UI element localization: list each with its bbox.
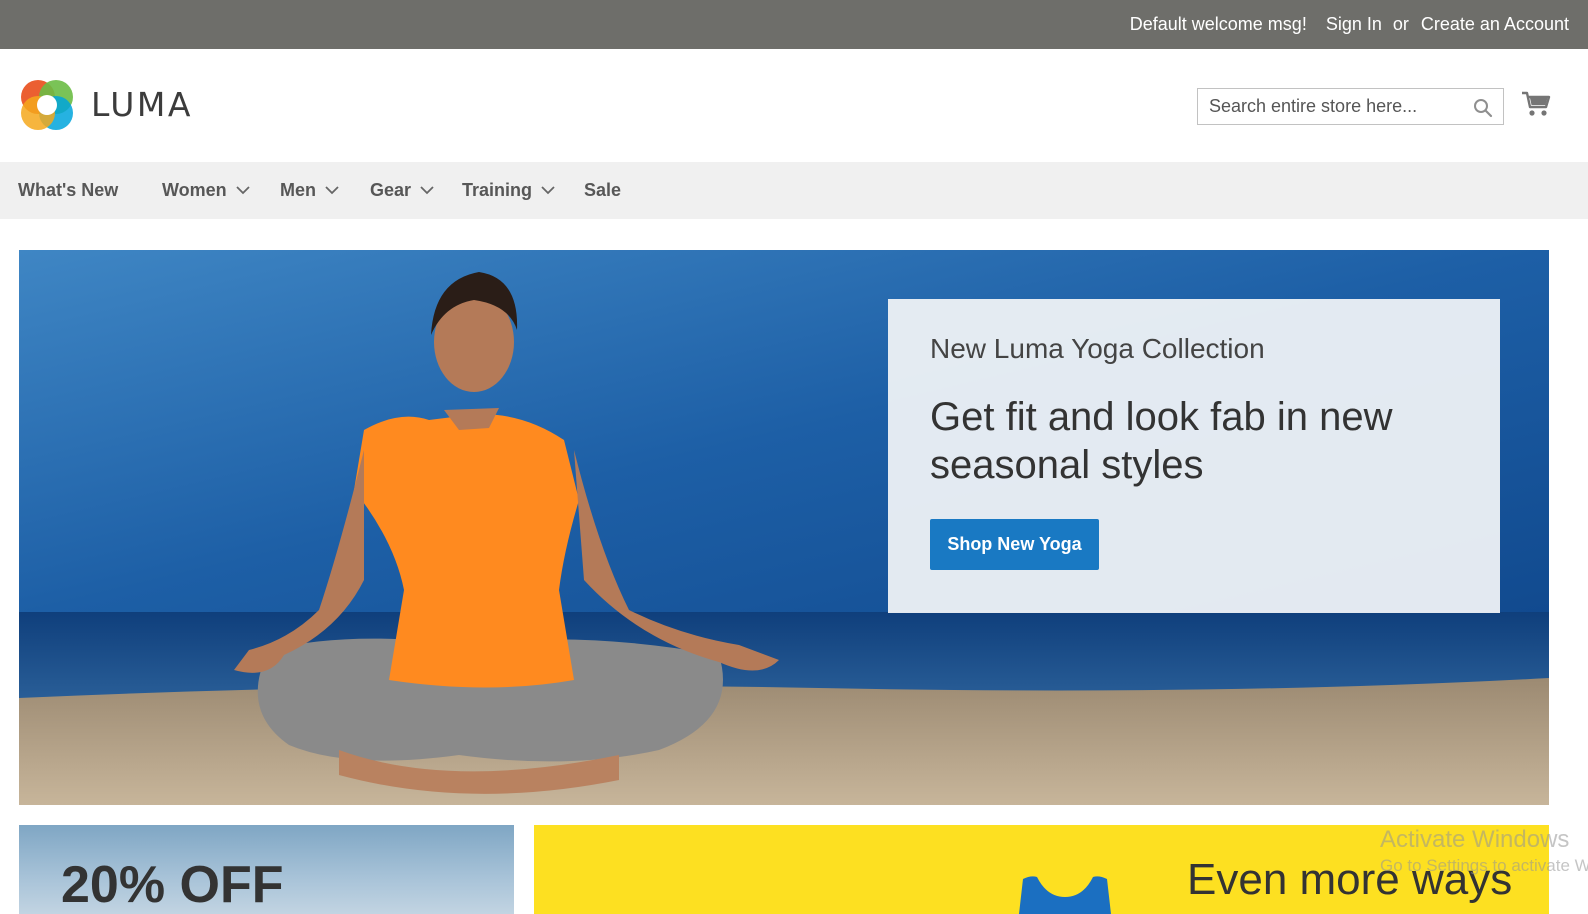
nav-women[interactable]: Women — [162, 162, 250, 219]
nav-men[interactable]: Men — [280, 162, 339, 219]
welcome-message: Default welcome msg! — [1129, 14, 1307, 34]
logo-text[interactable]: LUMA — [91, 85, 193, 124]
search-icon[interactable] — [1473, 98, 1493, 118]
nav-label: Gear — [370, 180, 412, 200]
promo-tile-left-title: 20% OFF — [61, 856, 284, 914]
create-account-link[interactable]: Create an Account — [1421, 14, 1569, 35]
cart-icon[interactable] — [1521, 89, 1551, 119]
hero-subtitle: New Luma Yoga Collection — [930, 333, 1265, 364]
page-header: LUMA — [0, 49, 1588, 162]
nav-whats-new[interactable]: What's New — [18, 162, 118, 219]
search-input[interactable] — [1198, 89, 1459, 124]
hero-headline: Get fit and look fab in new seasonal sty… — [930, 395, 1393, 487]
nav-label: What's New — [18, 180, 119, 200]
nav-gear[interactable]: Gear — [370, 162, 434, 219]
header-links: Default welcome msg! Sign In or Create a… — [1111, 0, 1569, 49]
nav-label: Men — [280, 180, 316, 200]
hero-banner[interactable]: New Luma Yoga Collection Get fit and loo… — [19, 250, 1549, 805]
main-navigation: What's New Women Men Gear Training Sale — [0, 162, 1588, 219]
chevron-down-icon — [420, 186, 434, 195]
hero-promo-box: New Luma Yoga Collection Get fit and loo… — [888, 299, 1500, 613]
chevron-down-icon — [541, 186, 555, 195]
top-bar: Default welcome msg! Sign In or Create a… — [0, 0, 1588, 49]
search-box — [1197, 88, 1504, 125]
watermark-line2: Go to Settings to activate Windows. — [1380, 856, 1588, 875]
shop-new-yoga-button[interactable]: Shop New Yoga — [930, 519, 1099, 570]
nav-label: Women — [162, 180, 227, 200]
promo-tile-left[interactable]: 20% OFF — [19, 825, 514, 914]
nav-training[interactable]: Training — [462, 162, 555, 219]
nav-label: Sale — [584, 180, 622, 200]
tank-top-image — [1019, 876, 1111, 914]
nav-label: Training — [462, 180, 533, 200]
chevron-down-icon — [236, 186, 250, 195]
sign-in-link[interactable]: Sign In — [1326, 14, 1382, 35]
or-text: or — [1392, 14, 1409, 34]
chevron-down-icon — [325, 186, 339, 195]
nav-sale[interactable]: Sale — [584, 162, 621, 219]
watermark-line1: Activate Windows — [1380, 826, 1570, 853]
luma-logo-icon[interactable] — [19, 77, 75, 133]
activate-windows-watermark: Activate Windows Go to Settings to activ… — [1380, 826, 1588, 876]
